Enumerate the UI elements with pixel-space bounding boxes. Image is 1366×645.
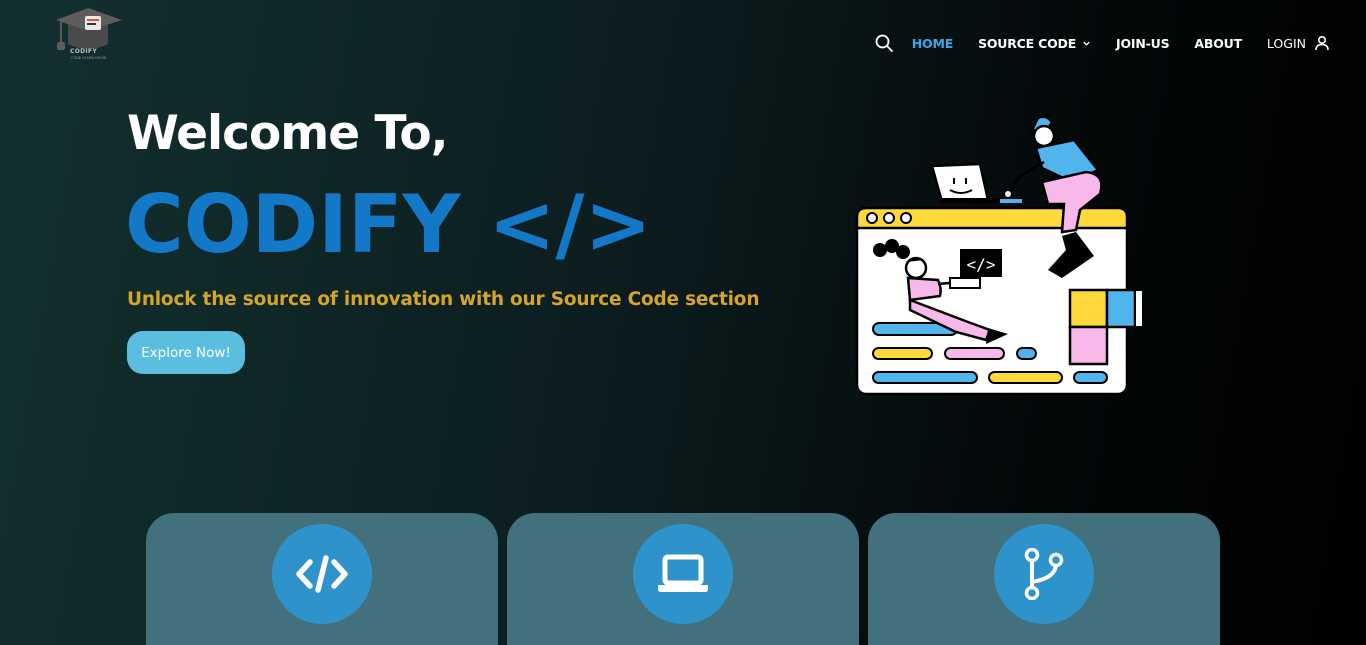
search-icon[interactable] xyxy=(874,33,894,53)
feature-card-git[interactable] xyxy=(868,513,1220,645)
main-nav: HOME SOURCE CODE JOIN-US ABOUT LOGIN xyxy=(874,32,1330,54)
card-icon-container xyxy=(272,524,372,624)
nav-about[interactable]: ABOUT xyxy=(1194,36,1242,51)
logo-tagline: CODE LEARN GROW xyxy=(71,56,107,60)
explore-now-button[interactable]: Explore Now! xyxy=(127,331,245,374)
nav-login-label: LOGIN xyxy=(1266,35,1306,51)
illustration-code-tag: </> xyxy=(967,255,996,274)
user-icon xyxy=(1315,35,1329,51)
hero-welcome-heading: Welcome To, xyxy=(127,106,448,161)
nav-home[interactable]: HOME xyxy=(912,36,953,51)
hero-subtitle: Unlock the source of innovation with our… xyxy=(127,289,760,310)
feature-card-code[interactable] xyxy=(146,513,498,645)
chevron-down-icon xyxy=(1083,41,1090,46)
nav-source-code-label: SOURCE CODE xyxy=(978,35,1077,51)
git-branch-icon xyxy=(1024,548,1064,600)
logo-text: CODIFY xyxy=(70,48,97,55)
nav-join-us[interactable]: JOIN-US xyxy=(1116,35,1170,51)
hero-brand-title: CODIFY </> xyxy=(125,178,652,271)
nav-about-label: ABOUT xyxy=(1194,35,1242,51)
nav-join-us-label: JOIN-US xyxy=(1116,35,1170,51)
laptop-icon xyxy=(658,554,708,592)
coding-illustration: </> xyxy=(855,115,1144,396)
feature-card-laptop[interactable] xyxy=(507,513,859,645)
code-icon xyxy=(296,555,348,593)
nav-home-label: HOME xyxy=(911,35,954,51)
nav-login[interactable]: LOGIN xyxy=(1267,35,1330,51)
card-icon-container xyxy=(633,524,733,624)
card-icon-container xyxy=(994,524,1094,624)
nav-source-code[interactable]: SOURCE CODE xyxy=(978,36,1091,51)
